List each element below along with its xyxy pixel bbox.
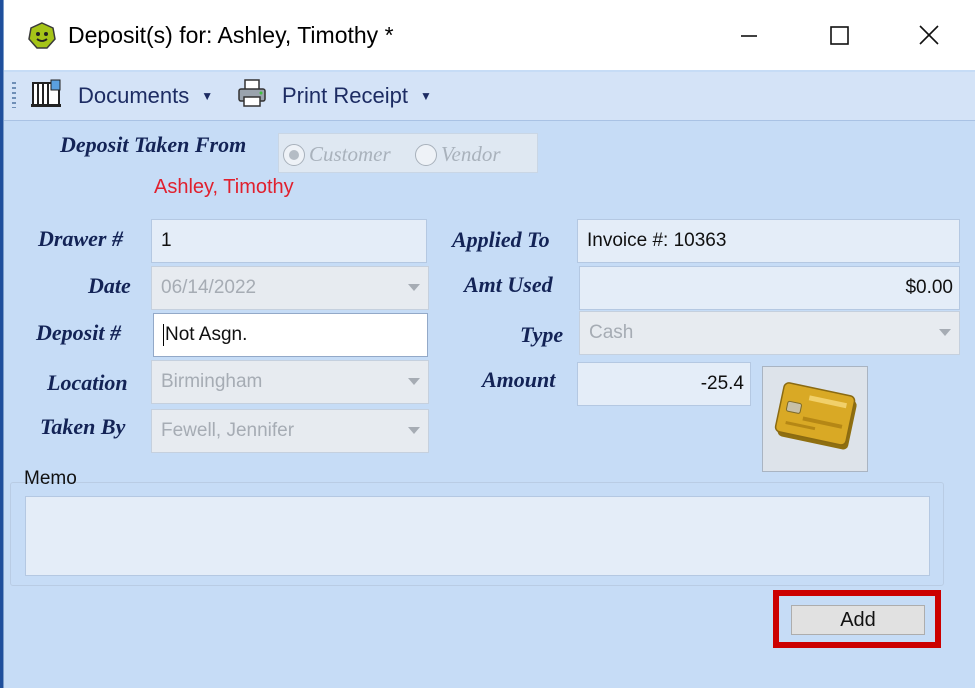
deposit-number-label: Deposit # bbox=[36, 320, 121, 345]
amount-field[interactable]: -25.4 bbox=[577, 362, 751, 406]
customer-name: Ashley, Timothy bbox=[154, 176, 294, 198]
date-value: 06/14/2022 bbox=[161, 277, 257, 298]
add-button-label: Add bbox=[840, 608, 876, 631]
date-dropdown[interactable]: 06/14/2022 bbox=[151, 266, 429, 310]
vendor-radio-circle bbox=[415, 143, 437, 166]
vendor-radio-label: Vendor bbox=[441, 142, 501, 166]
taken-by-value: Fewell, Jennifer bbox=[161, 420, 295, 441]
date-chevron-down-icon bbox=[408, 284, 420, 291]
printer-icon bbox=[236, 78, 268, 114]
window-title: Deposit(s) for: Ashley, Timothy * bbox=[68, 22, 394, 48]
amount-value: -25.4 bbox=[700, 373, 744, 394]
amt-used-field: $0.00 bbox=[579, 266, 960, 310]
taken-by-dropdown[interactable]: Fewell, Jennifer bbox=[151, 409, 429, 453]
customer-radio[interactable]: Customer bbox=[283, 142, 391, 167]
toolbar-grip[interactable] bbox=[12, 82, 16, 108]
applied-to-value: Invoice #: 10363 bbox=[587, 230, 727, 251]
memo-field[interactable] bbox=[25, 496, 930, 576]
smiley-app-icon bbox=[28, 22, 56, 50]
amt-used-label: Amt Used bbox=[464, 272, 553, 297]
amt-used-value: $0.00 bbox=[905, 277, 953, 298]
deposit-taken-from-label: Deposit Taken From bbox=[60, 132, 247, 157]
applied-to-label: Applied To bbox=[452, 227, 550, 252]
memo-label: Memo bbox=[24, 468, 77, 489]
taken-by-chevron-down-icon bbox=[408, 427, 420, 434]
print-receipt-label: Print Receipt bbox=[282, 83, 408, 108]
text-cursor bbox=[163, 324, 164, 346]
date-label: Date bbox=[88, 273, 131, 298]
deposit-number-field[interactable]: Not Asgn. bbox=[153, 313, 428, 357]
documents-label: Documents bbox=[78, 83, 190, 108]
close-icon bbox=[919, 25, 939, 45]
deposit-number-value: Not Asgn. bbox=[165, 324, 248, 345]
title-bar: Deposit(s) for: Ashley, Timothy * bbox=[4, 0, 975, 70]
type-dropdown[interactable]: Cash bbox=[579, 311, 960, 355]
maximize-button[interactable] bbox=[794, 10, 884, 60]
documents-button[interactable]: Documents ▼ bbox=[30, 78, 213, 114]
type-chevron-down-icon bbox=[939, 329, 951, 336]
location-value: Birmingham bbox=[161, 371, 263, 392]
print-receipt-dropdown-icon[interactable]: ▼ bbox=[420, 89, 432, 103]
amount-label: Amount bbox=[482, 367, 556, 392]
taken-by-label: Taken By bbox=[40, 414, 126, 439]
customer-radio-circle bbox=[283, 143, 305, 166]
toolbar: Documents ▼ Print Receipt ▼ bbox=[4, 72, 975, 121]
documents-icon bbox=[30, 78, 64, 114]
type-label: Type bbox=[520, 322, 564, 347]
drawer-label: Drawer # bbox=[38, 226, 123, 251]
location-dropdown[interactable]: Birmingham bbox=[151, 360, 429, 404]
documents-dropdown-icon[interactable]: ▼ bbox=[201, 89, 213, 103]
close-button[interactable] bbox=[884, 10, 974, 60]
add-button[interactable]: Add bbox=[791, 605, 925, 635]
deposit-source-group: Customer Vendor bbox=[278, 133, 538, 173]
type-value: Cash bbox=[589, 322, 634, 343]
customer-radio-label: Customer bbox=[309, 142, 391, 166]
credit-card-icon bbox=[774, 382, 857, 450]
drawer-value: 1 bbox=[161, 230, 172, 251]
deposit-window: Deposit(s) for: Ashley, Timothy * Docume… bbox=[3, 0, 975, 688]
maximize-icon bbox=[830, 26, 849, 45]
applied-to-field[interactable]: Invoice #: 10363 bbox=[577, 219, 960, 263]
location-chevron-down-icon bbox=[408, 378, 420, 385]
print-receipt-button[interactable]: Print Receipt ▼ bbox=[236, 78, 432, 114]
minimize-button[interactable] bbox=[704, 10, 794, 60]
location-label: Location bbox=[47, 370, 128, 395]
drawer-field[interactable]: 1 bbox=[151, 219, 427, 263]
vendor-radio[interactable]: Vendor bbox=[415, 142, 501, 167]
minimize-icon bbox=[741, 35, 757, 37]
credit-card-button[interactable] bbox=[762, 366, 868, 472]
